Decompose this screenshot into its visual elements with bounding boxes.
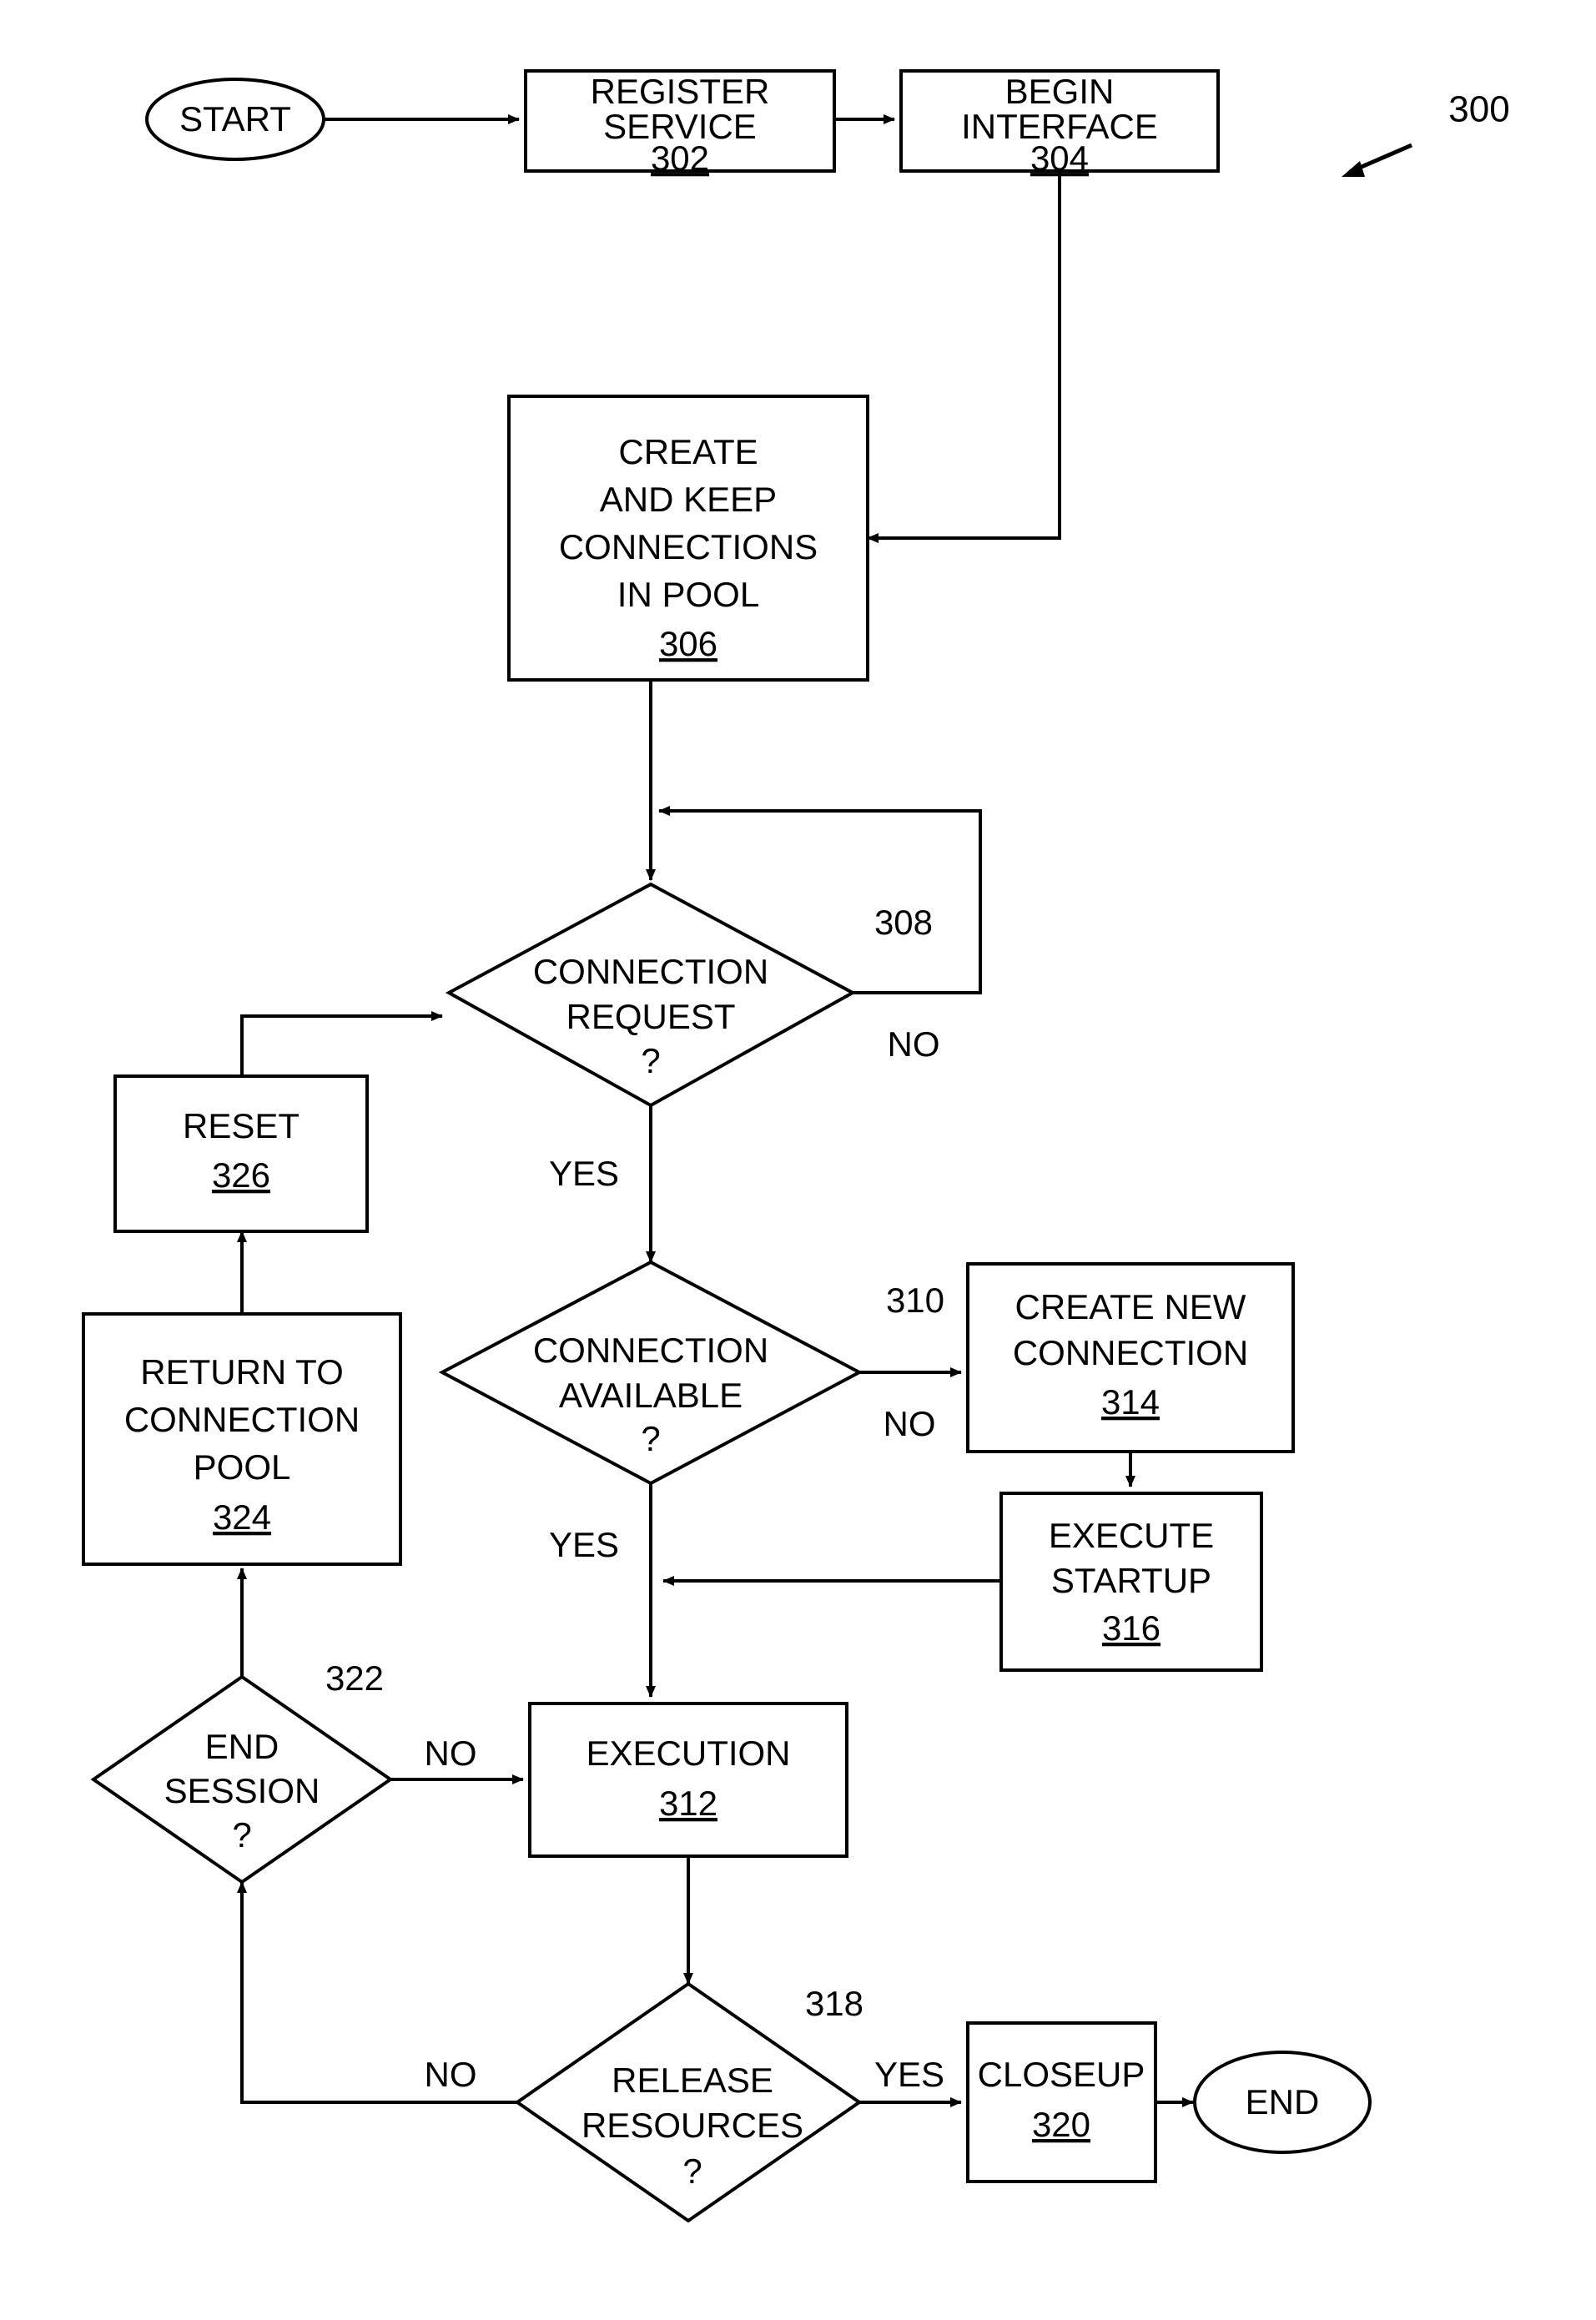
reset-ref: 326 bbox=[212, 1155, 270, 1195]
node-release-resources[interactable]: RELEASE RESOURCES ? 318 bbox=[514, 1981, 863, 2223]
end-session-line2: SESSION bbox=[164, 1771, 320, 1810]
create-new-connection-line2: CONNECTION bbox=[1013, 1333, 1248, 1372]
node-closeup[interactable]: CLOSEUP 320 bbox=[966, 2021, 1157, 2183]
reset-line1: RESET bbox=[183, 1106, 300, 1145]
label-available-yes: YES bbox=[549, 1525, 619, 1564]
node-end[interactable]: END bbox=[1193, 2051, 1372, 2154]
end-session-line3: ? bbox=[232, 1815, 251, 1854]
node-create-new-connection[interactable]: CREATE NEW CONNECTION 314 bbox=[966, 1262, 1295, 1453]
create-keep-pool-line4: IN POOL bbox=[617, 575, 759, 614]
create-keep-pool-line3: CONNECTIONS bbox=[559, 527, 818, 566]
closeup-ref: 320 bbox=[1032, 2105, 1090, 2144]
return-to-pool-line3: POOL bbox=[194, 1447, 291, 1487]
label-available-no: NO bbox=[884, 1404, 936, 1443]
return-to-pool-ref: 324 bbox=[213, 1497, 271, 1537]
closeup-line1: CLOSEUP bbox=[978, 2055, 1145, 2094]
figure-callout-arrowhead bbox=[1342, 161, 1365, 177]
release-resources-line2: RESOURCES bbox=[582, 2106, 803, 2145]
connection-request-line1: CONNECTION bbox=[533, 952, 768, 991]
connection-available-ref: 310 bbox=[886, 1281, 944, 1320]
node-create-keep-pool[interactable]: CREATE AND KEEP CONNECTIONS IN POOL 306 bbox=[507, 395, 869, 682]
return-to-pool-line2: CONNECTION bbox=[124, 1400, 360, 1439]
execute-startup-line2: STARTUP bbox=[1051, 1561, 1211, 1600]
release-resources-ref: 318 bbox=[805, 1984, 863, 2023]
connection-available-line3: ? bbox=[641, 1419, 660, 1458]
create-keep-pool-line2: AND KEEP bbox=[600, 480, 777, 519]
create-new-connection-ref: 314 bbox=[1101, 1382, 1160, 1422]
connection-available-line2: AVAILABLE bbox=[559, 1376, 743, 1415]
label-release-no: NO bbox=[425, 2055, 477, 2094]
label-request-no: NO bbox=[888, 1024, 940, 1064]
edge-begin-to-createpool bbox=[867, 171, 1061, 543]
node-execution[interactable]: EXECUTION 312 bbox=[528, 1702, 848, 1858]
connection-request-line3: ? bbox=[641, 1041, 660, 1080]
node-execute-startup[interactable]: EXECUTE STARTUP 316 bbox=[999, 1492, 1263, 1672]
label-request-yes: YES bbox=[549, 1154, 619, 1193]
label-end-session-no: NO bbox=[425, 1734, 477, 1773]
node-return-to-pool[interactable]: RETURN TO CONNECTION POOL 324 bbox=[82, 1312, 402, 1566]
end-session-ref: 322 bbox=[325, 1658, 384, 1698]
edge-request-to-reset bbox=[240, 1011, 443, 1076]
node-begin-interface[interactable]: BEGIN INTERFACE 304 bbox=[899, 69, 1220, 178]
register-service-ref: 302 bbox=[651, 138, 709, 178]
node-start[interactable]: START bbox=[145, 78, 325, 161]
node-end-session[interactable]: END SESSION ? 322 bbox=[90, 1658, 394, 1885]
execute-startup-line1: EXECUTE bbox=[1049, 1516, 1214, 1555]
end-session-line1: END bbox=[205, 1727, 279, 1766]
end-label: END bbox=[1246, 2082, 1320, 2121]
flowchart-canvas: START REGISTER SERVICE 302 BEGIN INTERFA… bbox=[82, 69, 1510, 2223]
reset-box bbox=[113, 1074, 369, 1233]
closeup-box bbox=[966, 2021, 1157, 2183]
begin-interface-ref: 304 bbox=[1030, 138, 1089, 178]
execution-line1: EXECUTION bbox=[586, 1734, 790, 1773]
start-label: START bbox=[179, 99, 291, 138]
return-to-pool-line1: RETURN TO bbox=[140, 1352, 343, 1391]
create-keep-pool-line1: CREATE bbox=[618, 432, 758, 471]
connection-request-line2: REQUEST bbox=[566, 997, 735, 1036]
begin-interface-line1: BEGIN bbox=[1005, 72, 1115, 111]
connection-request-ref: 308 bbox=[874, 903, 933, 942]
release-resources-line1: RELEASE bbox=[612, 2061, 773, 2100]
node-connection-request[interactable]: CONNECTION REQUEST ? 308 bbox=[445, 882, 933, 1108]
execution-ref: 312 bbox=[659, 1784, 717, 1823]
flowchart-page: START REGISTER SERVICE 302 BEGIN INTERFA… bbox=[0, 0, 1596, 2320]
register-service-line1: REGISTER bbox=[591, 72, 770, 111]
execute-startup-ref: 316 bbox=[1102, 1608, 1160, 1648]
create-new-connection-line1: CREATE NEW bbox=[1015, 1287, 1246, 1326]
execution-box bbox=[528, 1702, 848, 1858]
edge-label-layer: NO YES NO YES NO NO YES bbox=[425, 1024, 945, 2094]
node-reset[interactable]: RESET 326 bbox=[113, 1074, 369, 1233]
figure-callout-label: 300 bbox=[1448, 89, 1509, 130]
release-resources-line3: ? bbox=[682, 2151, 702, 2191]
connection-available-line1: CONNECTION bbox=[533, 1331, 768, 1370]
node-register-service[interactable]: REGISTER SERVICE 302 bbox=[524, 69, 836, 178]
label-release-yes: YES bbox=[874, 2055, 944, 2094]
create-keep-pool-ref: 306 bbox=[659, 624, 717, 663]
